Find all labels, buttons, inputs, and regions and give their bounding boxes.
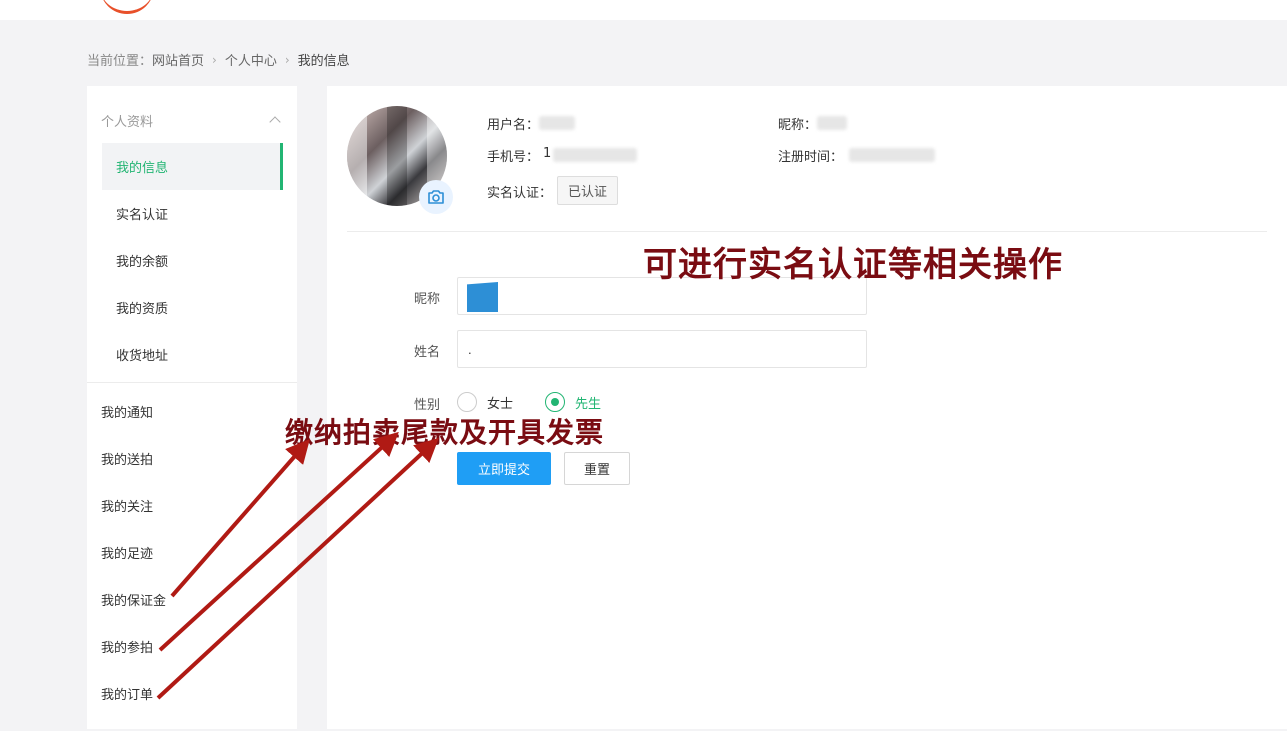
profile-divider: [347, 231, 1267, 232]
sidebar-item-label: 我的资质: [116, 302, 169, 317]
annotation-bottom: 缴纳拍卖尾款及开具发票: [285, 416, 605, 449]
sidebar-item-label: 我的参拍: [101, 641, 154, 656]
gender-male-radio[interactable]: [545, 392, 566, 412]
nickname-label: 昵称：: [778, 118, 818, 133]
phone-value: 1: [543, 146, 552, 161]
name-field[interactable]: [457, 330, 867, 368]
sidebar-main-list: 我的通知 我的送拍 我的关注 我的足迹 我的保证金 我的参拍 我的订单: [87, 388, 297, 717]
realname-label: 实名认证：: [487, 186, 553, 201]
realname-status-badge: 已认证: [557, 176, 619, 205]
sidebar-item-address[interactable]: 收货地址: [102, 331, 283, 378]
phone-value-redacted: [553, 148, 637, 162]
sidebar-item-label: 我的余额: [116, 255, 169, 270]
top-header: [0, 0, 1287, 20]
sidebar-item-label: 我的信息: [116, 161, 169, 176]
gender-female-radio[interactable]: [457, 392, 477, 412]
sidebar-item-follows[interactable]: 我的关注: [87, 482, 297, 529]
name-field-label: 姓名: [414, 345, 441, 360]
sidebar-item-deposit[interactable]: 我的保证金: [87, 576, 297, 623]
chevron-right-icon: ›: [284, 52, 290, 67]
sidebar-item-label: 我的关注: [101, 500, 154, 515]
sidebar-group-title: 个人资料: [101, 114, 154, 130]
chevron-up-icon: [269, 116, 281, 128]
register-time-redacted: [849, 148, 935, 162]
breadcrumb-user-center-link[interactable]: 个人中心: [225, 50, 277, 69]
chevron-right-icon: ›: [212, 52, 217, 67]
username-value-redacted: [539, 116, 575, 130]
sidebar-item-history[interactable]: 我的足迹: [87, 529, 297, 576]
sidebar-item-label: 我的足迹: [101, 547, 154, 562]
sidebar-item-orders[interactable]: 我的订单: [87, 670, 297, 717]
camera-icon[interactable]: [419, 180, 453, 214]
gender-radio-group: 女士 先生: [457, 392, 633, 412]
site-logo[interactable]: [100, 0, 154, 14]
breadcrumb-prefix: 当前位置：: [87, 54, 153, 69]
nickname-field-label: 昵称: [414, 292, 441, 307]
sidebar: 个人资料 我的信息 实名认证 我的余额 我的资质 收货地址 我的通知 我的送拍 …: [87, 86, 297, 729]
sidebar-item-realname[interactable]: 实名认证: [102, 190, 283, 237]
register-time-label: 注册时间：: [778, 150, 844, 165]
breadcrumb-current: 我的信息: [297, 54, 350, 69]
reset-button[interactable]: 重置: [564, 452, 630, 485]
sidebar-item-label: 收货地址: [116, 349, 169, 364]
sidebar-item-label: 实名认证: [116, 208, 169, 223]
sidebar-item-notifications[interactable]: 我的通知: [87, 388, 297, 435]
gender-female-label[interactable]: 女士: [487, 393, 513, 412]
camera-icon-glyph: [428, 190, 444, 204]
sidebar-item-my-info[interactable]: 我的信息: [102, 143, 283, 190]
sidebar-item-label: 我的通知: [101, 406, 154, 421]
phone-label: 手机号：: [487, 150, 540, 165]
breadcrumb: 当前位置： 网站首页 › 个人中心 › 我的信息: [87, 50, 350, 70]
sidebar-item-consignments[interactable]: 我的送拍: [87, 435, 297, 482]
nickname-field-image: [467, 282, 498, 312]
submit-button[interactable]: 立即提交: [457, 452, 551, 485]
sidebar-item-label: 我的保证金: [101, 594, 167, 609]
gender-male-label[interactable]: 先生: [575, 393, 601, 412]
sidebar-item-label: 我的送拍: [101, 453, 154, 468]
sidebar-item-label: 我的订单: [101, 688, 154, 703]
annotation-top: 可进行实名认证等相关操作: [643, 245, 1063, 285]
main-content: 用户名： 昵称： 手机号： 1 注册时间： 实名认证： 已认证 昵称 姓名 性别…: [327, 86, 1287, 729]
sidebar-divider: [87, 382, 297, 383]
username-label: 用户名：: [487, 118, 540, 133]
sidebar-item-bids[interactable]: 我的参拍: [87, 623, 297, 670]
sidebar-item-qualification[interactable]: 我的资质: [102, 284, 283, 331]
breadcrumb-home-link[interactable]: 网站首页: [152, 50, 204, 69]
sidebar-sub-list: 我的信息 实名认证 我的余额 我的资质 收货地址: [102, 143, 283, 378]
nickname-value-redacted: [817, 116, 847, 130]
sidebar-item-balance[interactable]: 我的余额: [102, 237, 283, 284]
